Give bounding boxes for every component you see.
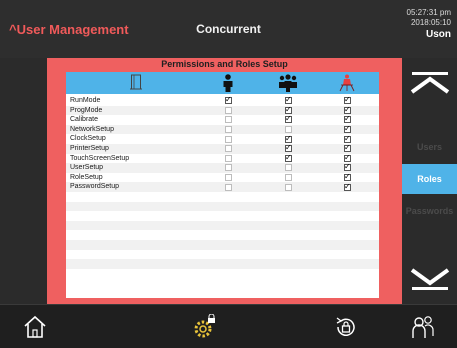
panel-title: Permissions and Roles Setup xyxy=(161,59,288,69)
permission-checkbox[interactable] xyxy=(285,95,292,105)
group-icon xyxy=(278,74,298,97)
table-header xyxy=(66,72,379,94)
permission-checkbox[interactable] xyxy=(285,105,292,114)
permission-checkbox[interactable] xyxy=(285,164,292,172)
permission-label: RoleSetup xyxy=(70,173,103,181)
table-row: NetworkSetup xyxy=(66,124,379,135)
permission-label: RunMode xyxy=(70,97,101,104)
permission-checkbox[interactable] xyxy=(285,153,292,162)
empty-table-row xyxy=(66,250,379,260)
permission-checkbox[interactable] xyxy=(225,95,232,105)
permission-checkbox[interactable] xyxy=(344,153,351,162)
empty-table-row xyxy=(66,211,379,221)
scroll-up-button[interactable] xyxy=(402,64,457,104)
logout-lock-button[interactable] xyxy=(333,314,359,340)
table-row: UserSetup xyxy=(66,162,379,173)
tab-passwords[interactable]: Passwords xyxy=(402,196,457,226)
permission-checkbox[interactable] xyxy=(225,106,232,114)
admin-icon xyxy=(338,74,356,97)
current-user: Uson xyxy=(426,29,451,40)
permission-label: TouchScreenSetup xyxy=(70,154,130,162)
permission-checkbox[interactable] xyxy=(344,143,351,153)
permission-label: NetworkSetup xyxy=(70,125,114,133)
permission-checkbox[interactable] xyxy=(225,145,232,153)
operator-icon xyxy=(222,74,234,97)
mode-label: Concurrent xyxy=(196,22,261,36)
permission-checkbox[interactable] xyxy=(344,162,351,172)
table-row: ProgMode xyxy=(66,105,379,116)
table-row: RoleSetup xyxy=(66,172,379,183)
permission-label: PrinterSetup xyxy=(70,145,109,152)
table-row: ClockSetup xyxy=(66,134,379,144)
table-row: Calibrate xyxy=(66,114,379,125)
permission-checkbox[interactable] xyxy=(285,126,292,134)
permissions-panel: Permissions and Roles Setup RunMode ProgM… xyxy=(47,58,402,304)
rotate-lock-icon xyxy=(336,317,355,336)
permission-checkbox[interactable] xyxy=(285,114,292,124)
permission-checkbox[interactable] xyxy=(344,134,351,143)
permission-checkbox[interactable] xyxy=(285,134,292,143)
permission-checkbox[interactable] xyxy=(225,116,232,124)
top-bar: ^User Management Concurrent 05:27:31 pm … xyxy=(0,0,457,58)
permission-checkbox[interactable] xyxy=(225,126,232,134)
permission-checkbox[interactable] xyxy=(285,143,292,153)
permission-checkbox[interactable] xyxy=(344,105,351,114)
permission-checkbox[interactable] xyxy=(285,183,292,191)
clock: 05:27:31 pm 2018:05:10 Uson xyxy=(407,8,451,40)
permission-checkbox[interactable] xyxy=(344,114,351,124)
permission-checkbox[interactable] xyxy=(225,135,232,143)
permission-checkbox[interactable] xyxy=(344,95,351,105)
permissions-table: RunMode ProgMode CalibrateNetworkSetup Cloc… xyxy=(66,72,379,298)
right-rail: Users Roles Passwords xyxy=(402,58,457,304)
permission-checkbox[interactable] xyxy=(225,154,232,162)
permission-checkbox[interactable] xyxy=(225,183,232,191)
left-rail xyxy=(0,58,47,304)
users-icon xyxy=(412,316,434,338)
permission-checkbox[interactable] xyxy=(225,164,232,172)
table-row: PrinterSetup xyxy=(66,143,379,154)
table-row: RunMode xyxy=(66,95,379,106)
permission-checkbox[interactable] xyxy=(344,124,351,134)
permission-label: ClockSetup xyxy=(70,135,106,143)
permission-checkbox[interactable] xyxy=(285,174,292,182)
empty-table-row xyxy=(66,220,379,231)
empty-table-row xyxy=(66,240,379,250)
home-icon xyxy=(24,315,46,338)
tab-users[interactable]: Users xyxy=(402,132,457,162)
door-icon xyxy=(130,74,142,95)
users-button[interactable] xyxy=(410,314,436,340)
permission-label: UserSetup xyxy=(70,164,104,172)
permission-checkbox[interactable] xyxy=(225,174,232,182)
settings-lock-button[interactable] xyxy=(192,313,218,340)
clock-time: 05:27:31 pm xyxy=(406,8,451,17)
permission-checkbox[interactable] xyxy=(344,172,351,182)
empty-table-row xyxy=(66,201,379,212)
home-button[interactable] xyxy=(22,314,48,340)
scroll-down-button[interactable] xyxy=(402,258,457,298)
permission-label: ProgMode xyxy=(70,106,103,114)
bottom-nav xyxy=(0,304,457,348)
chevron-up-icon xyxy=(410,72,450,94)
empty-table-row xyxy=(66,259,379,269)
permission-checkbox[interactable] xyxy=(344,182,351,191)
empty-table-row xyxy=(66,192,379,202)
settings-lock-icon xyxy=(194,313,215,338)
permission-label: Calibrate xyxy=(70,116,99,124)
empty-table-row xyxy=(66,230,379,240)
tab-roles[interactable]: Roles xyxy=(402,164,457,194)
table-row: PasswordSetup xyxy=(66,182,379,192)
permission-label: PasswordSetup xyxy=(70,183,120,191)
clock-date: 2018:05:10 xyxy=(410,18,451,27)
chevron-down-icon xyxy=(410,268,450,290)
table-row: TouchScreenSetup xyxy=(66,153,379,164)
